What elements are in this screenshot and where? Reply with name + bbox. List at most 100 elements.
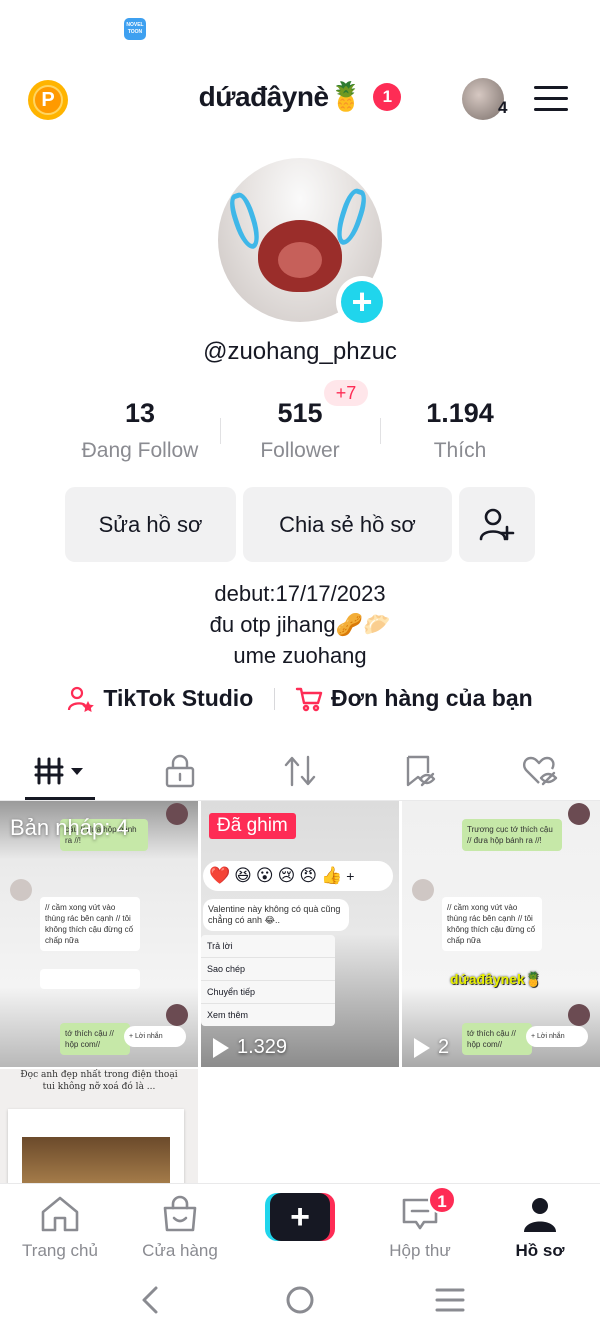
reaction-laugh: 😆 [234,866,252,885]
link-separator [273,687,275,710]
avatar-mouth [258,220,342,292]
recents-icon[interactable] [434,1284,466,1316]
tab-reposts[interactable] [240,742,360,800]
play-icon [213,1037,229,1058]
view-count: 1.329 [213,1036,287,1059]
nav-inbox[interactable]: Hộp thư [360,1184,480,1269]
home-icon [41,1196,79,1232]
tab-favorites[interactable] [360,742,480,800]
likes-count: 1.194 [426,398,494,428]
following-count: 13 [124,398,156,428]
following-label: Đang Follow [81,439,199,462]
view-count: 2 [414,1036,449,1059]
shopping-bag-icon [163,1195,197,1232]
grid-columns-icon [34,757,83,785]
context-menu: Trả lời Sao chép Chuyển tiếp Xem thêm [201,935,335,1026]
chat-avatar [412,879,434,901]
add-avatar-button[interactable]: + [336,276,388,328]
chat-bubble: tớ thích cậu // hộp com// [60,1023,130,1055]
username[interactable]: dứađâynè🍍 [199,80,364,113]
reaction-heart: ❤️ [209,866,231,885]
inbox-badge: 1 [428,1186,456,1214]
chat-avatar [166,803,188,825]
reaction-like: 👍 [321,866,343,885]
nav-profile[interactable]: Hồ sơ [480,1184,600,1269]
reaction-bar: ❤️ 😆 😮 😢 😠 👍 + [203,861,393,891]
reaction-wow: 😮 [255,866,274,885]
chat-message: Valentine này không có quà cũng chẳng có… [203,899,349,931]
reaction-sad: 😢 [277,866,296,885]
pinned-video-tile[interactable]: ❤️ 😆 😮 😢 😠 👍 + Valentine này không có qu… [201,801,399,1067]
username-area[interactable]: dứađâynè🍍 1 [0,80,600,113]
bio-line: đu otp jihang🥜🥟 [209,612,391,637]
chat-avatar [568,1004,590,1026]
repost-icon [284,755,316,787]
nav-profile-label: Hồ sơ [515,1241,565,1260]
tile-caption-line: Đọc anh đẹp nhất trong điện thoại [20,1070,178,1080]
chat-avatar [568,803,590,825]
bio-line: ume zuohang [233,643,367,668]
add-friend-button[interactable] [459,487,535,562]
drafts-label: Bản nháp: 4 [10,815,129,840]
stat-likes[interactable]: 1.194 Thích [380,380,540,463]
photo-content [22,1137,170,1183]
bookmark-hidden-icon [406,755,436,787]
tiktok-studio-label: TikTok Studio [103,685,254,712]
nav-home[interactable]: Trang chủ [0,1184,120,1269]
nav-create[interactable]: + [240,1184,360,1269]
chat-bubble: Trương cục tớ thích cậu // đưa hộp bánh … [462,819,562,851]
nav-home-label: Trang chủ [22,1241,98,1260]
menu-item-reply: Trả lời [201,935,335,958]
nav-shop[interactable]: Cửa hàng [120,1184,240,1269]
profile-icon [524,1198,556,1232]
profile-links: TikTok Studio Đơn hàng của bạn [0,684,600,716]
chat-avatar [10,879,32,901]
user-handle: @zuohang_phzuc [203,338,397,365]
menu-item-copy: Sao chép [201,958,335,981]
bottom-navigation: Trang chủ Cửa hàng + Hộp thư Hồ sơ [0,1183,600,1268]
heart-hidden-icon [523,756,558,786]
view-count-value: 2 [438,1036,450,1058]
back-icon[interactable] [136,1284,164,1316]
create-button[interactable]: + [265,1193,335,1241]
system-navigation-bar [0,1268,600,1333]
follower-label: Follower [260,439,340,462]
home-circle-icon[interactable] [284,1284,316,1316]
chat-bubble-empty [40,969,140,989]
content-tabs [0,742,600,800]
tab-liked[interactable] [480,742,600,800]
tab-private[interactable] [120,742,240,800]
orders-link[interactable]: Đơn hàng của bạn [295,685,533,712]
photo-frame [8,1109,184,1183]
lock-icon [165,754,195,788]
plus-icon: + [270,1193,330,1241]
menu-item-forward: Chuyển tiếp [201,981,335,1004]
reply-prompt: + Lời nhắn [124,1026,186,1047]
share-profile-button[interactable]: Chia sẻ hồ sơ [243,487,452,562]
plus-icon: + [341,281,383,323]
notification-badge: 1 [373,82,402,111]
nav-inbox-label: Hộp thư [389,1241,451,1260]
reply-prompt: + Lời nhắn [526,1026,588,1047]
reaction-plus-icon: + [346,868,355,884]
sticker-text: dứađâynek🍍 [450,971,543,987]
play-icon [414,1037,430,1058]
new-followers-badge: +7 [324,380,368,406]
studio-user-star-icon [68,686,95,712]
hamburger-menu-icon[interactable] [534,86,568,112]
tile-caption-line: tui không nỡ xoá đó là ... [42,1082,156,1092]
video-tile[interactable]: Trương cục tớ thích cậu // đưa hộp bánh … [402,801,600,1067]
tiktok-studio-link[interactable]: TikTok Studio [67,685,253,712]
profile-stats: 13 Đang Follow 515 Follower +7 1.194 Thí… [60,380,540,470]
stat-following[interactable]: 13 Đang Follow [60,380,220,463]
video-tile[interactable]: Đọc anh đẹp nhất trong điện thoại tui kh… [0,1069,198,1183]
tab-videos[interactable] [0,742,120,800]
drafts-tile[interactable]: cậu // đưa hộp bánh ra //! // cầm xong v… [0,801,198,1067]
edit-profile-button[interactable]: Sửa hồ sơ [65,487,236,562]
profile-header: P dứađâynè🍍 1 4 [0,70,600,130]
chat-bubble: // cầm xong vứt vào thùng rác bên cạnh /… [442,897,542,951]
tile-caption: Đọc anh đẹp nhất trong điện thoại tui kh… [0,1069,198,1093]
chat-bubble: tớ thích cậu // hộp com// [462,1023,532,1055]
account-count: 4 [498,98,508,117]
bio-line: debut:17/17/2023 [214,581,386,606]
